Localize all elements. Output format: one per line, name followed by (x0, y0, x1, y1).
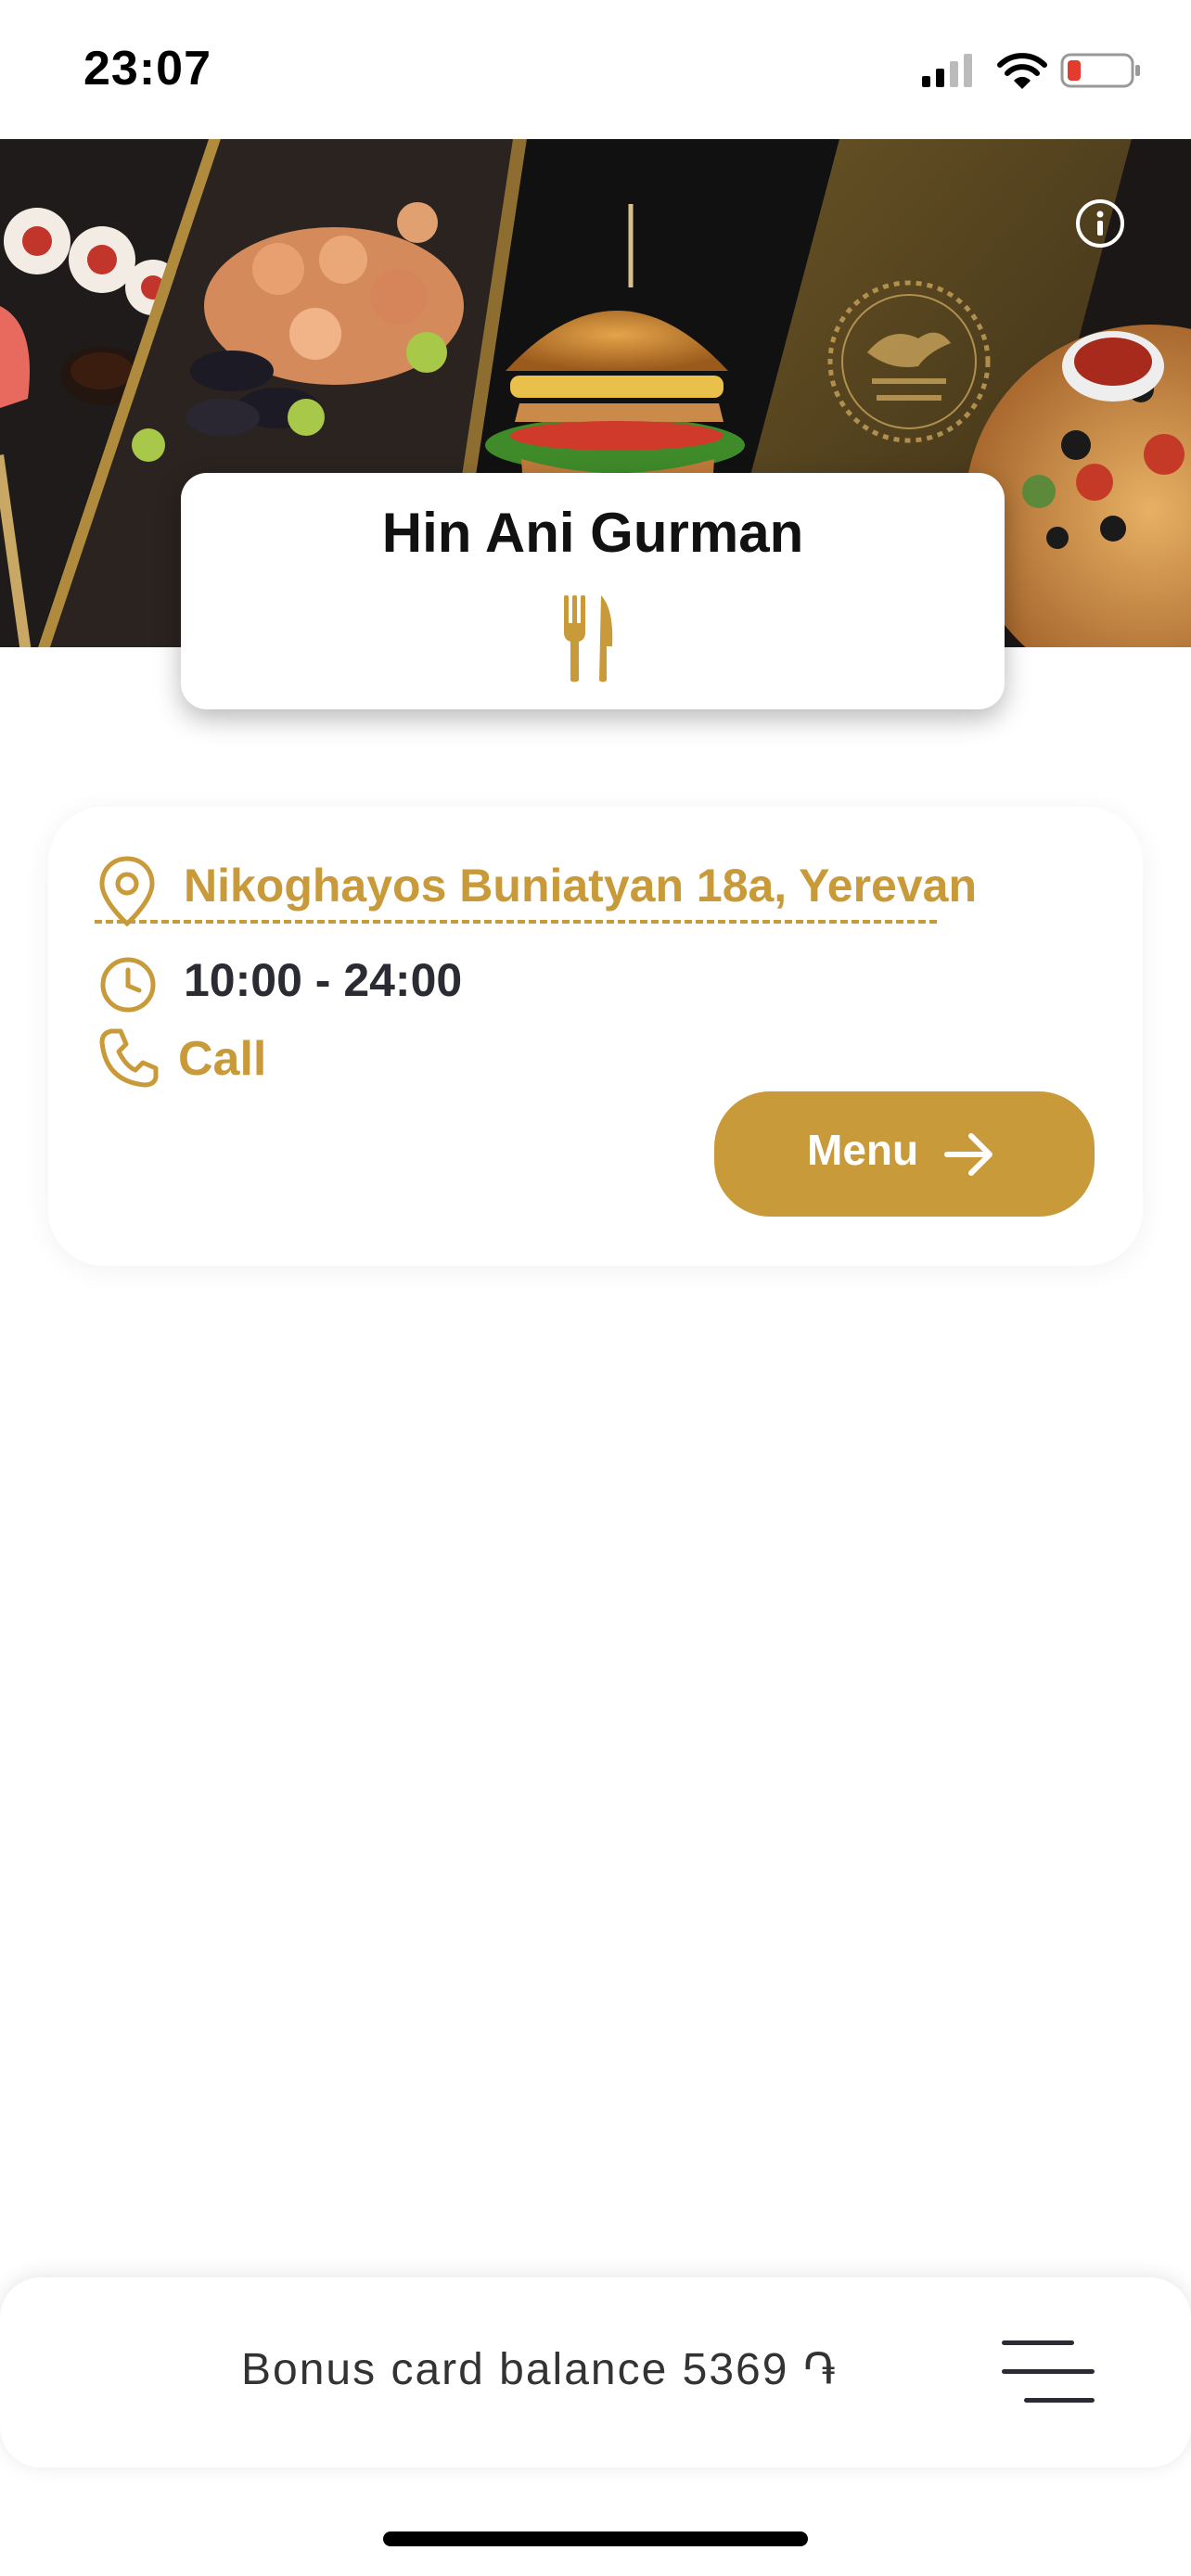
battery-low-icon (1060, 53, 1140, 88)
bonus-card-balance[interactable]: Bonus card balance 5369 ֏ (241, 2344, 838, 2396)
restaurant-name: Hin Ani Gurman (381, 502, 804, 564)
arrow-right-icon (944, 1133, 992, 1176)
wifi-icon (997, 53, 1047, 89)
call-link[interactable]: Call (178, 1031, 266, 1087)
phone-icon[interactable] (98, 1027, 160, 1089)
info-button[interactable] (1076, 199, 1124, 248)
status-icons (922, 53, 1140, 89)
clock-icon (100, 957, 156, 1013)
bottom-bar: Bonus card balance 5369 ֏ (0, 2277, 1191, 2468)
location-pin-icon (99, 856, 155, 927)
menu-button-label: Menu (807, 1126, 919, 1174)
hamburger-menu-icon[interactable] (1000, 2339, 1096, 2405)
opening-hours: 10:00 - 24:00 (184, 954, 463, 1006)
address-underline (95, 920, 937, 924)
menu-button[interactable]: Menu (714, 1091, 1095, 1217)
info-icon (1096, 210, 1104, 236)
status-time: 23:07 (83, 42, 211, 96)
cellular-signal-icon (922, 54, 972, 87)
home-indicator[interactable] (383, 2531, 808, 2546)
address-link[interactable]: Nikoghayos Buniatyan 18a, Yerevan (184, 859, 977, 912)
status-bar: 23:07 (0, 0, 1191, 139)
cutlery-icon (564, 595, 613, 682)
